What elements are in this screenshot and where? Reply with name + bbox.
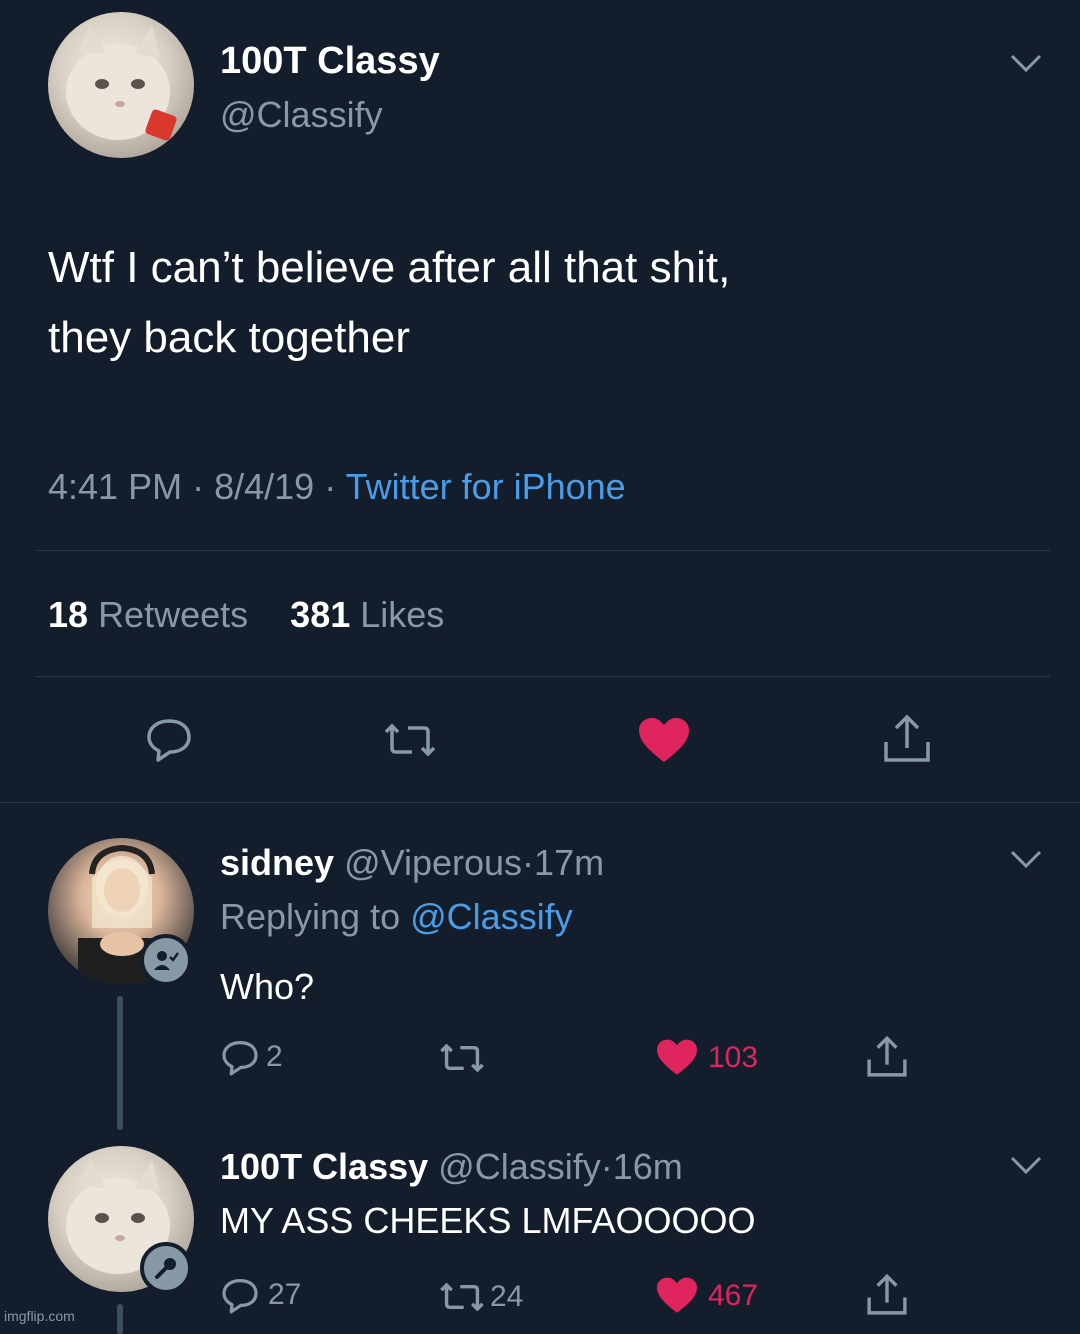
badge-icon xyxy=(140,934,192,986)
heart-icon xyxy=(657,1277,697,1313)
reply-display-name[interactable]: sidney xyxy=(220,842,334,883)
retweets-stat[interactable]: 18 Retweets xyxy=(48,594,248,635)
reply-handle[interactable]: @Viperous xyxy=(344,842,522,883)
tweet-text: Wtf I can’t believe after all that shit,… xyxy=(48,236,730,370)
chevron-down-icon[interactable] xyxy=(1008,52,1044,79)
like-action[interactable]: 103 xyxy=(654,1038,758,1078)
heart-icon[interactable] xyxy=(636,716,692,771)
reply-icon[interactable] xyxy=(144,716,194,767)
reply-handle[interactable]: @Classify xyxy=(438,1146,601,1187)
reply-action[interactable]: 2 xyxy=(220,1038,283,1076)
reply-display-name[interactable]: 100T Classy xyxy=(220,1146,428,1187)
replying-prefix: Replying to xyxy=(220,896,401,937)
handle[interactable]: @Classify xyxy=(220,94,383,136)
reply-time: 17m xyxy=(534,842,605,883)
share-icon[interactable] xyxy=(880,712,934,771)
reply-action[interactable]: 27 xyxy=(220,1276,301,1314)
tweet-text-line-1: Wtf I can’t believe after all that shit, xyxy=(48,243,731,292)
tweet-time: 4:41 PM xyxy=(48,466,183,507)
reply-header: sidney @Viperous·17m xyxy=(220,842,604,884)
reply-icon xyxy=(222,1279,258,1314)
retweets-label: Retweets xyxy=(98,594,249,635)
tweet-date: 8/4/19 xyxy=(214,466,315,507)
thread-line xyxy=(117,996,123,1130)
divider xyxy=(36,550,1050,551)
heart-icon xyxy=(657,1039,697,1075)
share-icon[interactable] xyxy=(864,1034,910,1085)
reply-text: Who? xyxy=(220,966,315,1007)
divider xyxy=(0,802,1080,803)
tweet-stats: 18 Retweets 381 Likes xyxy=(48,594,444,636)
display-name[interactable]: 100T Classy xyxy=(220,40,440,83)
likes-stat[interactable]: 381 Likes xyxy=(290,594,444,635)
thread-line xyxy=(117,1304,123,1334)
reply-count: 27 xyxy=(268,1278,302,1311)
separator: · xyxy=(192,466,205,507)
separator: · xyxy=(324,466,337,507)
tweet-source-link[interactable]: Twitter for iPhone xyxy=(346,466,626,507)
retweet-action[interactable]: 24 xyxy=(438,1280,523,1314)
retweet-action[interactable] xyxy=(438,1042,486,1079)
replying-to: Replying to @Classify xyxy=(220,896,573,938)
likes-label: Likes xyxy=(360,594,445,635)
like-action[interactable]: 467 xyxy=(654,1276,758,1316)
microphone-icon xyxy=(155,1258,176,1279)
like-count: 103 xyxy=(708,1041,759,1074)
reply-icon xyxy=(222,1041,258,1076)
divider xyxy=(36,676,1050,677)
chevron-down-icon[interactable] xyxy=(1008,1154,1044,1181)
reply-header: 100T Classy @Classify·16m xyxy=(220,1146,683,1188)
replying-to-link[interactable]: @Classify xyxy=(410,896,573,937)
reply-text: MY ASS CHEEKS LMFAOOOOO xyxy=(220,1200,756,1241)
chevron-down-icon[interactable] xyxy=(1008,848,1044,875)
badge-icon xyxy=(140,1242,192,1294)
avatar[interactable] xyxy=(48,12,194,158)
likes-count: 381 xyxy=(290,594,351,635)
share-icon[interactable] xyxy=(864,1272,910,1323)
watermark: imgflip.com xyxy=(4,1308,75,1324)
retweet-icon xyxy=(440,1043,484,1073)
tweet-meta: 4:41 PM · 8/4/19 · Twitter for iPhone xyxy=(48,466,626,508)
tweet-text-line-2: they back together xyxy=(48,313,411,362)
retweet-count: 24 xyxy=(490,1280,524,1313)
separator: · xyxy=(600,1146,613,1187)
retweets-count: 18 xyxy=(48,594,89,635)
retweet-icon xyxy=(440,1282,484,1312)
separator: · xyxy=(522,842,535,883)
reply-time: 16m xyxy=(612,1146,683,1187)
like-count: 467 xyxy=(708,1279,759,1312)
cat-avatar-image xyxy=(66,24,177,141)
retweet-icon[interactable] xyxy=(382,722,438,763)
reply-count: 2 xyxy=(266,1040,283,1073)
